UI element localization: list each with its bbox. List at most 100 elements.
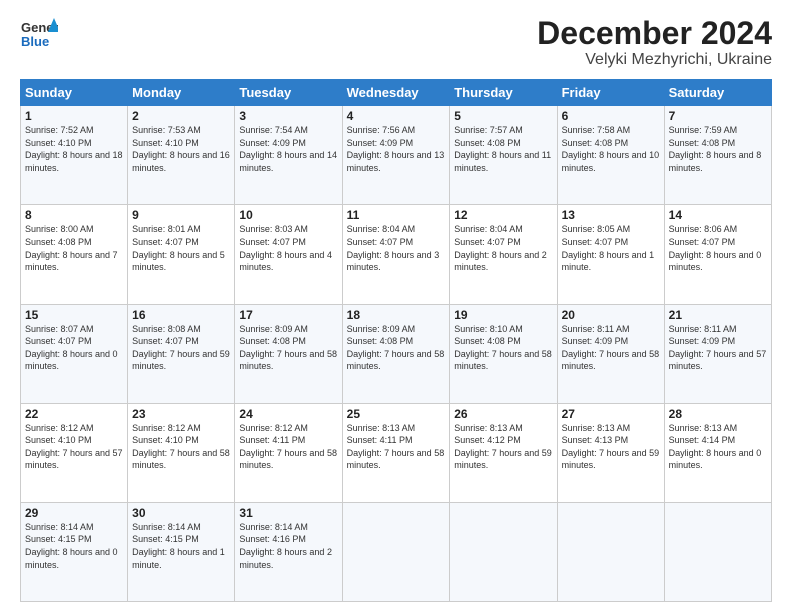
day-info: Sunrise: 8:11 AMSunset: 4:09 PMDaylight:… — [562, 323, 660, 373]
day-info: Sunrise: 8:10 AMSunset: 4:08 PMDaylight:… — [454, 323, 552, 373]
calendar-header-row: Sunday Monday Tuesday Wednesday Thursday… — [21, 80, 772, 106]
week-row-2: 8Sunrise: 8:00 AMSunset: 4:08 PMDaylight… — [21, 205, 772, 304]
day-number: 29 — [25, 506, 123, 520]
day-number: 2 — [132, 109, 230, 123]
calendar-cell: 23Sunrise: 8:12 AMSunset: 4:10 PMDayligh… — [128, 403, 235, 502]
col-saturday: Saturday — [664, 80, 771, 106]
day-info: Sunrise: 7:57 AMSunset: 4:08 PMDaylight:… — [454, 124, 552, 174]
calendar-cell: 15Sunrise: 8:07 AMSunset: 4:07 PMDayligh… — [21, 304, 128, 403]
calendar-cell: 22Sunrise: 8:12 AMSunset: 4:10 PMDayligh… — [21, 403, 128, 502]
day-number: 14 — [669, 208, 767, 222]
day-number: 1 — [25, 109, 123, 123]
header: General Blue December 2024 Velyki Mezhyr… — [20, 16, 772, 69]
day-info: Sunrise: 8:01 AMSunset: 4:07 PMDaylight:… — [132, 223, 230, 273]
col-friday: Friday — [557, 80, 664, 106]
svg-text:Blue: Blue — [21, 34, 49, 49]
col-tuesday: Tuesday — [235, 80, 342, 106]
day-info: Sunrise: 8:11 AMSunset: 4:09 PMDaylight:… — [669, 323, 767, 373]
week-row-4: 22Sunrise: 8:12 AMSunset: 4:10 PMDayligh… — [21, 403, 772, 502]
day-number: 9 — [132, 208, 230, 222]
calendar-table: Sunday Monday Tuesday Wednesday Thursday… — [20, 79, 772, 602]
calendar-cell: 18Sunrise: 8:09 AMSunset: 4:08 PMDayligh… — [342, 304, 450, 403]
calendar-cell: 27Sunrise: 8:13 AMSunset: 4:13 PMDayligh… — [557, 403, 664, 502]
calendar-cell: 14Sunrise: 8:06 AMSunset: 4:07 PMDayligh… — [664, 205, 771, 304]
calendar-cell: 9Sunrise: 8:01 AMSunset: 4:07 PMDaylight… — [128, 205, 235, 304]
week-row-1: 1Sunrise: 7:52 AMSunset: 4:10 PMDaylight… — [21, 106, 772, 205]
calendar-cell: 13Sunrise: 8:05 AMSunset: 4:07 PMDayligh… — [557, 205, 664, 304]
day-number: 20 — [562, 308, 660, 322]
day-info: Sunrise: 8:09 AMSunset: 4:08 PMDaylight:… — [239, 323, 337, 373]
day-number: 5 — [454, 109, 552, 123]
day-number: 18 — [347, 308, 446, 322]
day-number: 8 — [25, 208, 123, 222]
day-info: Sunrise: 8:04 AMSunset: 4:07 PMDaylight:… — [454, 223, 552, 273]
day-info: Sunrise: 8:14 AMSunset: 4:15 PMDaylight:… — [132, 521, 230, 571]
week-row-3: 15Sunrise: 8:07 AMSunset: 4:07 PMDayligh… — [21, 304, 772, 403]
day-number: 24 — [239, 407, 337, 421]
calendar-cell — [342, 502, 450, 601]
day-info: Sunrise: 8:13 AMSunset: 4:12 PMDaylight:… — [454, 422, 552, 472]
calendar-cell — [557, 502, 664, 601]
day-number: 6 — [562, 109, 660, 123]
calendar-cell: 17Sunrise: 8:09 AMSunset: 4:08 PMDayligh… — [235, 304, 342, 403]
calendar-cell: 24Sunrise: 8:12 AMSunset: 4:11 PMDayligh… — [235, 403, 342, 502]
col-wednesday: Wednesday — [342, 80, 450, 106]
page: General Blue December 2024 Velyki Mezhyr… — [0, 0, 792, 612]
col-sunday: Sunday — [21, 80, 128, 106]
logo-icon: General Blue — [20, 16, 58, 54]
calendar-cell: 28Sunrise: 8:13 AMSunset: 4:14 PMDayligh… — [664, 403, 771, 502]
day-number: 10 — [239, 208, 337, 222]
day-info: Sunrise: 7:59 AMSunset: 4:08 PMDaylight:… — [669, 124, 767, 174]
day-number: 25 — [347, 407, 446, 421]
calendar-cell: 6Sunrise: 7:58 AMSunset: 4:08 PMDaylight… — [557, 106, 664, 205]
day-info: Sunrise: 7:53 AMSunset: 4:10 PMDaylight:… — [132, 124, 230, 174]
day-info: Sunrise: 7:58 AMSunset: 4:08 PMDaylight:… — [562, 124, 660, 174]
calendar-cell: 8Sunrise: 8:00 AMSunset: 4:08 PMDaylight… — [21, 205, 128, 304]
title-block: December 2024 Velyki Mezhyrichi, Ukraine — [537, 16, 772, 69]
day-info: Sunrise: 8:14 AMSunset: 4:15 PMDaylight:… — [25, 521, 123, 571]
calendar-cell: 16Sunrise: 8:08 AMSunset: 4:07 PMDayligh… — [128, 304, 235, 403]
day-number: 22 — [25, 407, 123, 421]
calendar-cell: 5Sunrise: 7:57 AMSunset: 4:08 PMDaylight… — [450, 106, 557, 205]
day-number: 26 — [454, 407, 552, 421]
day-info: Sunrise: 8:03 AMSunset: 4:07 PMDaylight:… — [239, 223, 337, 273]
day-info: Sunrise: 8:12 AMSunset: 4:10 PMDaylight:… — [25, 422, 123, 472]
day-number: 3 — [239, 109, 337, 123]
calendar-cell: 19Sunrise: 8:10 AMSunset: 4:08 PMDayligh… — [450, 304, 557, 403]
day-info: Sunrise: 7:54 AMSunset: 4:09 PMDaylight:… — [239, 124, 337, 174]
day-number: 12 — [454, 208, 552, 222]
calendar-cell: 11Sunrise: 8:04 AMSunset: 4:07 PMDayligh… — [342, 205, 450, 304]
col-thursday: Thursday — [450, 80, 557, 106]
day-info: Sunrise: 8:04 AMSunset: 4:07 PMDaylight:… — [347, 223, 446, 273]
calendar-cell: 31Sunrise: 8:14 AMSunset: 4:16 PMDayligh… — [235, 502, 342, 601]
calendar-cell: 30Sunrise: 8:14 AMSunset: 4:15 PMDayligh… — [128, 502, 235, 601]
day-number: 30 — [132, 506, 230, 520]
day-number: 13 — [562, 208, 660, 222]
calendar-cell: 2Sunrise: 7:53 AMSunset: 4:10 PMDaylight… — [128, 106, 235, 205]
calendar-cell: 1Sunrise: 7:52 AMSunset: 4:10 PMDaylight… — [21, 106, 128, 205]
week-row-5: 29Sunrise: 8:14 AMSunset: 4:15 PMDayligh… — [21, 502, 772, 601]
day-number: 15 — [25, 308, 123, 322]
day-info: Sunrise: 8:13 AMSunset: 4:14 PMDaylight:… — [669, 422, 767, 472]
day-number: 19 — [454, 308, 552, 322]
day-number: 16 — [132, 308, 230, 322]
day-info: Sunrise: 8:13 AMSunset: 4:13 PMDaylight:… — [562, 422, 660, 472]
calendar-cell: 20Sunrise: 8:11 AMSunset: 4:09 PMDayligh… — [557, 304, 664, 403]
day-info: Sunrise: 8:12 AMSunset: 4:11 PMDaylight:… — [239, 422, 337, 472]
calendar-cell: 26Sunrise: 8:13 AMSunset: 4:12 PMDayligh… — [450, 403, 557, 502]
calendar-cell: 21Sunrise: 8:11 AMSunset: 4:09 PMDayligh… — [664, 304, 771, 403]
day-info: Sunrise: 8:14 AMSunset: 4:16 PMDaylight:… — [239, 521, 337, 571]
location: Velyki Mezhyrichi, Ukraine — [537, 51, 772, 69]
day-info: Sunrise: 8:12 AMSunset: 4:10 PMDaylight:… — [132, 422, 230, 472]
day-info: Sunrise: 8:06 AMSunset: 4:07 PMDaylight:… — [669, 223, 767, 273]
calendar-cell: 3Sunrise: 7:54 AMSunset: 4:09 PMDaylight… — [235, 106, 342, 205]
calendar-cell — [450, 502, 557, 601]
day-info: Sunrise: 8:07 AMSunset: 4:07 PMDaylight:… — [25, 323, 123, 373]
day-info: Sunrise: 8:13 AMSunset: 4:11 PMDaylight:… — [347, 422, 446, 472]
day-info: Sunrise: 7:52 AMSunset: 4:10 PMDaylight:… — [25, 124, 123, 174]
calendar-cell: 29Sunrise: 8:14 AMSunset: 4:15 PMDayligh… — [21, 502, 128, 601]
day-info: Sunrise: 8:08 AMSunset: 4:07 PMDaylight:… — [132, 323, 230, 373]
day-number: 11 — [347, 208, 446, 222]
day-number: 7 — [669, 109, 767, 123]
day-number: 23 — [132, 407, 230, 421]
